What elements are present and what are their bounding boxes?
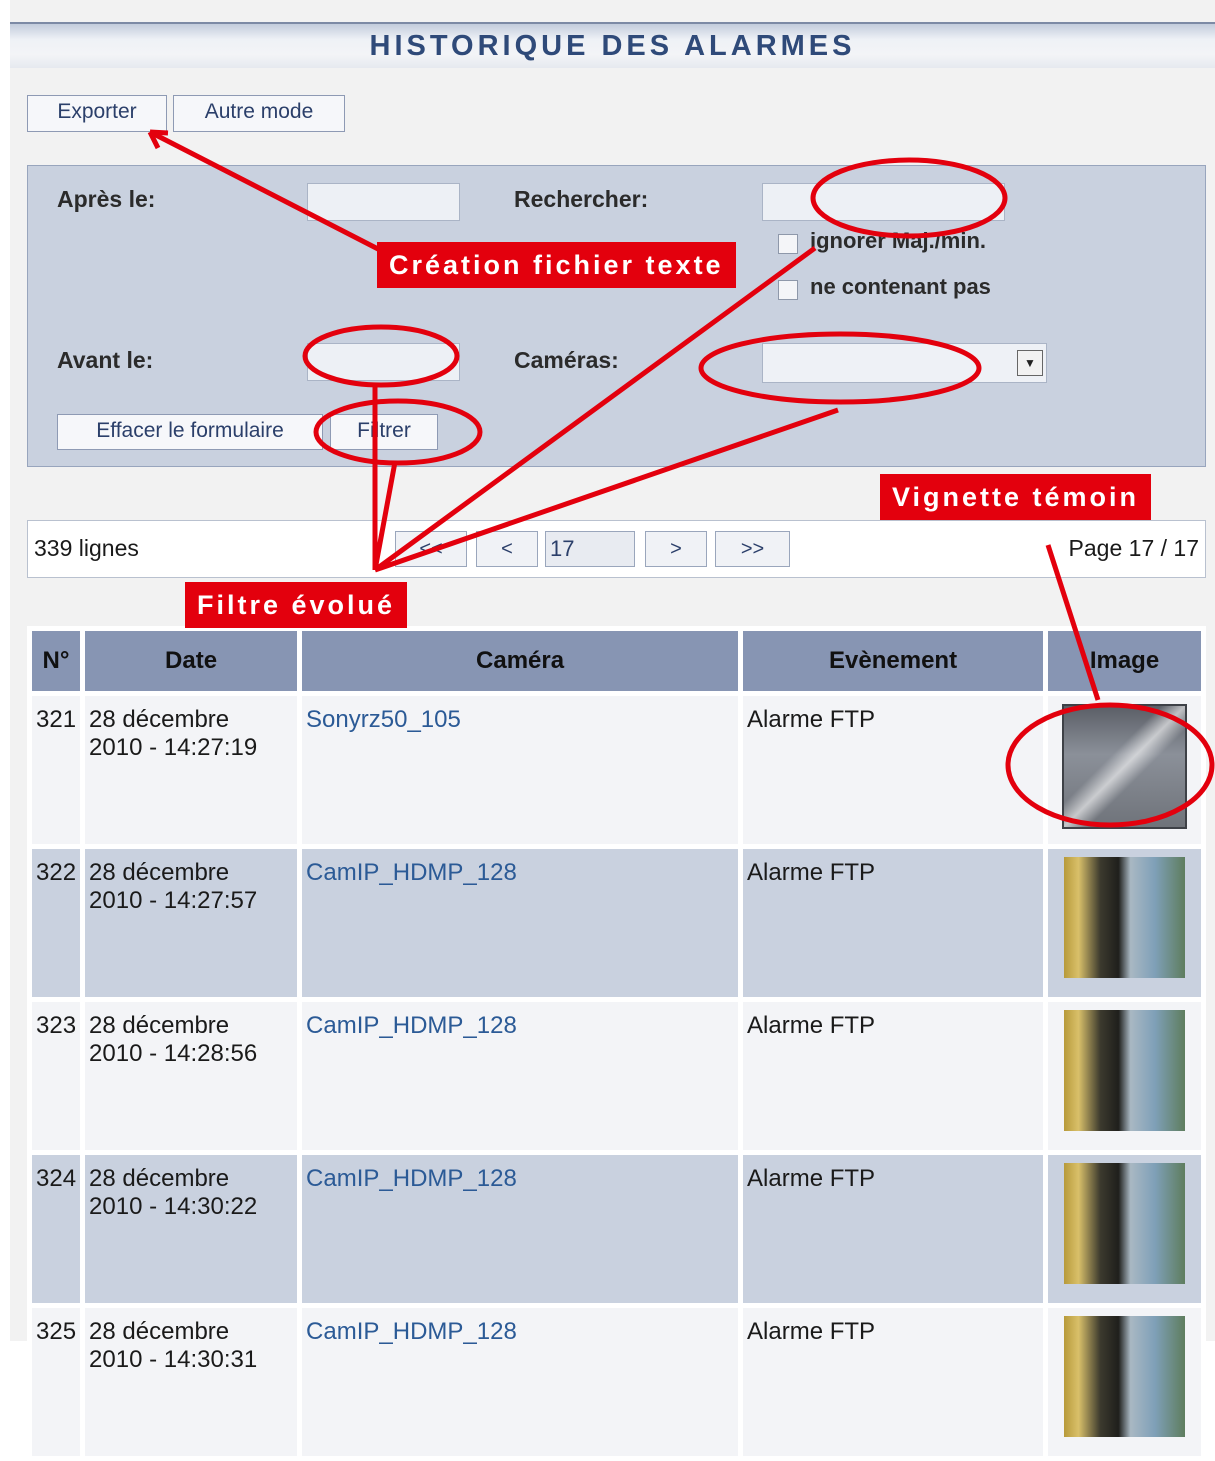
row-image-cell (1048, 696, 1201, 844)
ignore-case-label: ignorer Maj./min. (810, 228, 987, 253)
filter-annotation: Filtre évolué (185, 582, 408, 628)
alarm-thumbnail[interactable] (1064, 857, 1186, 978)
row-event: Alarme FTP (743, 1155, 1044, 1303)
column-header-date[interactable]: Date (85, 631, 298, 691)
row-count: 339 lignes (34, 535, 139, 561)
table-row[interactable]: 323 28 décembre 2010 - 14:28:56 CamIP_HDM… (32, 1002, 1201, 1150)
row-date-time: 2010 - 14:27:19 (89, 734, 258, 761)
row-camera-link[interactable]: Sonyrz50_105 (302, 696, 739, 844)
row-camera-link[interactable]: CamIP_HDMP_128 (302, 1155, 739, 1303)
alarm-thumbnail[interactable] (1064, 1163, 1186, 1284)
filter-button[interactable]: Filtrer (330, 414, 438, 450)
row-date-day: 28 décembre (89, 1165, 230, 1192)
row-number: 323 (32, 1002, 81, 1150)
row-date: 28 décembre 2010 - 14:27:19 (85, 696, 298, 844)
row-event: Alarme FTP (743, 696, 1044, 844)
row-date: 28 décembre 2010 - 14:30:31 (85, 1308, 298, 1456)
cameras-select[interactable]: ▼ (762, 343, 1047, 383)
row-date-time: 2010 - 14:30:22 (89, 1193, 258, 1220)
not-containing-label: ne contenant pas (810, 274, 991, 299)
alarms-table: N° Date Caméra Evènement Image 321 28 dé… (27, 626, 1206, 1461)
row-date-time: 2010 - 14:27:57 (89, 887, 258, 914)
after-date-input[interactable] (307, 183, 460, 221)
search-label: Rechercher: (514, 186, 649, 212)
before-date-label: Avant le: (57, 347, 154, 373)
ignore-case-checkbox[interactable] (778, 234, 798, 254)
row-date-time: 2010 - 14:30:31 (89, 1346, 258, 1373)
table-header-row: N° Date Caméra Evènement Image (32, 631, 1201, 691)
clear-form-button[interactable]: Effacer le formulaire (57, 414, 323, 450)
not-containing-checkbox[interactable] (778, 280, 798, 300)
row-number: 325 (32, 1308, 81, 1456)
table-row[interactable]: 322 28 décembre 2010 - 14:27:57 CamIP_HDM… (32, 849, 1201, 997)
other-mode-button[interactable]: Autre mode (173, 95, 345, 132)
cameras-label: Caméras: (514, 347, 619, 373)
next-page-button[interactable]: > (645, 531, 707, 567)
page-indicator: Page 17 / 17 (1068, 535, 1199, 561)
thumbnail-annotation: Vignette témoin (880, 474, 1152, 520)
column-header-image[interactable]: Image (1048, 631, 1201, 691)
row-camera-link[interactable]: CamIP_HDMP_128 (302, 1308, 739, 1456)
row-camera-link[interactable]: CamIP_HDMP_128 (302, 1002, 739, 1150)
column-header-event[interactable]: Evènement (743, 631, 1044, 691)
search-input[interactable] (762, 183, 1005, 221)
row-number: 321 (32, 696, 81, 844)
row-date: 28 décembre 2010 - 14:30:22 (85, 1155, 298, 1303)
filter-panel: Après le: Rechercher: ignorer Maj./min. … (27, 165, 1206, 467)
pagination-bar: 339 lignes << < 17 > >> Page 17 / 17 (27, 520, 1206, 578)
row-image-cell (1048, 849, 1201, 997)
row-camera-link[interactable]: CamIP_HDMP_128 (302, 849, 739, 997)
alarm-thumbnail[interactable] (1064, 1316, 1186, 1437)
row-date-day: 28 décembre (89, 859, 230, 886)
after-date-label: Après le: (57, 186, 156, 212)
alarm-thumbnail[interactable] (1062, 704, 1188, 829)
row-date-day: 28 décembre (89, 706, 230, 733)
row-image-cell (1048, 1308, 1201, 1456)
row-number: 324 (32, 1155, 81, 1303)
row-event: Alarme FTP (743, 1308, 1044, 1456)
row-date-time: 2010 - 14:28:56 (89, 1040, 258, 1067)
row-event: Alarme FTP (743, 849, 1044, 997)
row-date: 28 décembre 2010 - 14:28:56 (85, 1002, 298, 1150)
text-file-annotation: Création fichier texte (377, 242, 736, 288)
table-row[interactable]: 324 28 décembre 2010 - 14:30:22 CamIP_HDM… (32, 1155, 1201, 1303)
row-number: 322 (32, 849, 81, 997)
row-event: Alarme FTP (743, 1002, 1044, 1150)
table-row[interactable]: 321 28 décembre 2010 - 14:27:19 Sonyrz50_… (32, 696, 1201, 844)
column-header-number[interactable]: N° (32, 631, 81, 691)
export-button[interactable]: Exporter (27, 95, 167, 132)
row-date-day: 28 décembre (89, 1012, 230, 1039)
alarm-thumbnail[interactable] (1064, 1010, 1186, 1131)
last-page-button[interactable]: >> (715, 531, 790, 567)
row-date: 28 décembre 2010 - 14:27:57 (85, 849, 298, 997)
chevron-down-icon[interactable]: ▼ (1017, 350, 1043, 376)
page-number-input[interactable]: 17 (545, 531, 635, 567)
row-image-cell (1048, 1002, 1201, 1150)
before-date-input[interactable] (307, 343, 460, 381)
table-row[interactable]: 325 28 décembre 2010 - 14:30:31 CamIP_HDM… (32, 1308, 1201, 1456)
row-image-cell (1048, 1155, 1201, 1303)
first-page-button[interactable]: << (395, 531, 467, 567)
previous-page-button[interactable]: < (476, 531, 538, 567)
page-title: HISTORIQUE DES ALARMES (369, 30, 856, 62)
title-banner: HISTORIQUE DES ALARMES (10, 22, 1215, 68)
column-header-camera[interactable]: Caméra (302, 631, 739, 691)
